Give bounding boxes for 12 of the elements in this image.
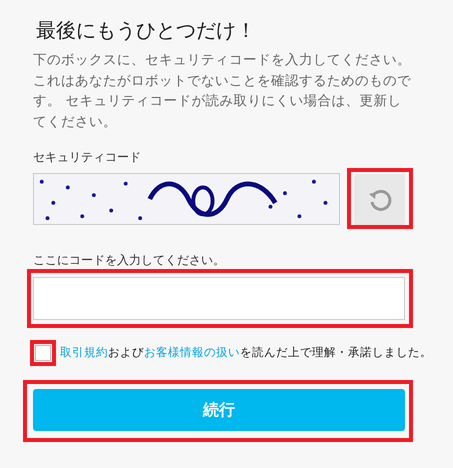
field-label: ここにコードを入力してください。 [33, 252, 226, 269]
continue-button[interactable]: 続行 [33, 389, 405, 431]
terms-link[interactable]: 取引規約 [60, 345, 108, 360]
refresh-icon [368, 188, 392, 212]
agreement-text: 取引規約およびお客様情報の扱いを読んだ上で理解・承諾しました。 [60, 344, 432, 362]
terms-link[interactable]: お客様情報の扱い [144, 345, 240, 360]
instructions-text: 下のボックスに、セキュリティコードを入力してください。これはあなたがロボットでないことを確認するためのものです。 セキュリティコードが読み取りにくい場合は、更新してください。 [33, 51, 412, 132]
refresh-button[interactable] [354, 174, 405, 225]
code-input-field[interactable] [33, 277, 405, 320]
field-label: セキュリティコード [33, 149, 142, 166]
page-title: 最後にもうひとつだけ！ [36, 17, 257, 44]
agree-checkbox[interactable] [35, 345, 51, 361]
